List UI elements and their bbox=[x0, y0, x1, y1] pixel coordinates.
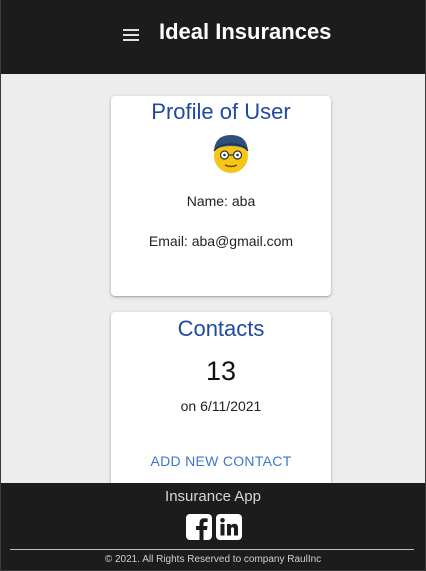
user-email: Email: aba@gmail.com bbox=[148, 233, 294, 249]
contacts-card-title: Contacts bbox=[177, 316, 265, 341]
hamburger-menu-icon[interactable] bbox=[123, 27, 139, 43]
app-footer: Insurance App © 2021. All Rights Reserve… bbox=[0, 483, 426, 571]
user-name: Name: aba bbox=[186, 193, 256, 209]
footer-title: Insurance App bbox=[165, 488, 261, 505]
copyright-text: © 2021. All Rights Reserved to company R… bbox=[104, 554, 322, 565]
app-title: Ideal Insurances bbox=[159, 19, 332, 44]
footer-divider bbox=[10, 549, 414, 550]
contact-date: on 6/11/2021 bbox=[180, 398, 262, 414]
app-header: Ideal Insurances bbox=[0, 0, 426, 74]
facebook-icon[interactable] bbox=[185, 513, 213, 541]
contacts-card: Contacts 13 on 6/11/2021 ADD NEW CONTACT bbox=[111, 312, 331, 492]
avatar-icon bbox=[210, 132, 252, 174]
linkedin-icon[interactable] bbox=[215, 513, 243, 541]
profile-card-title: Profile of User bbox=[151, 99, 291, 124]
add-new-contact-button[interactable]: ADD NEW CONTACT bbox=[111, 453, 331, 469]
contact-count: 13 bbox=[205, 356, 237, 386]
profile-card: Profile of User Name: aba Email: aba@gma… bbox=[111, 96, 331, 296]
